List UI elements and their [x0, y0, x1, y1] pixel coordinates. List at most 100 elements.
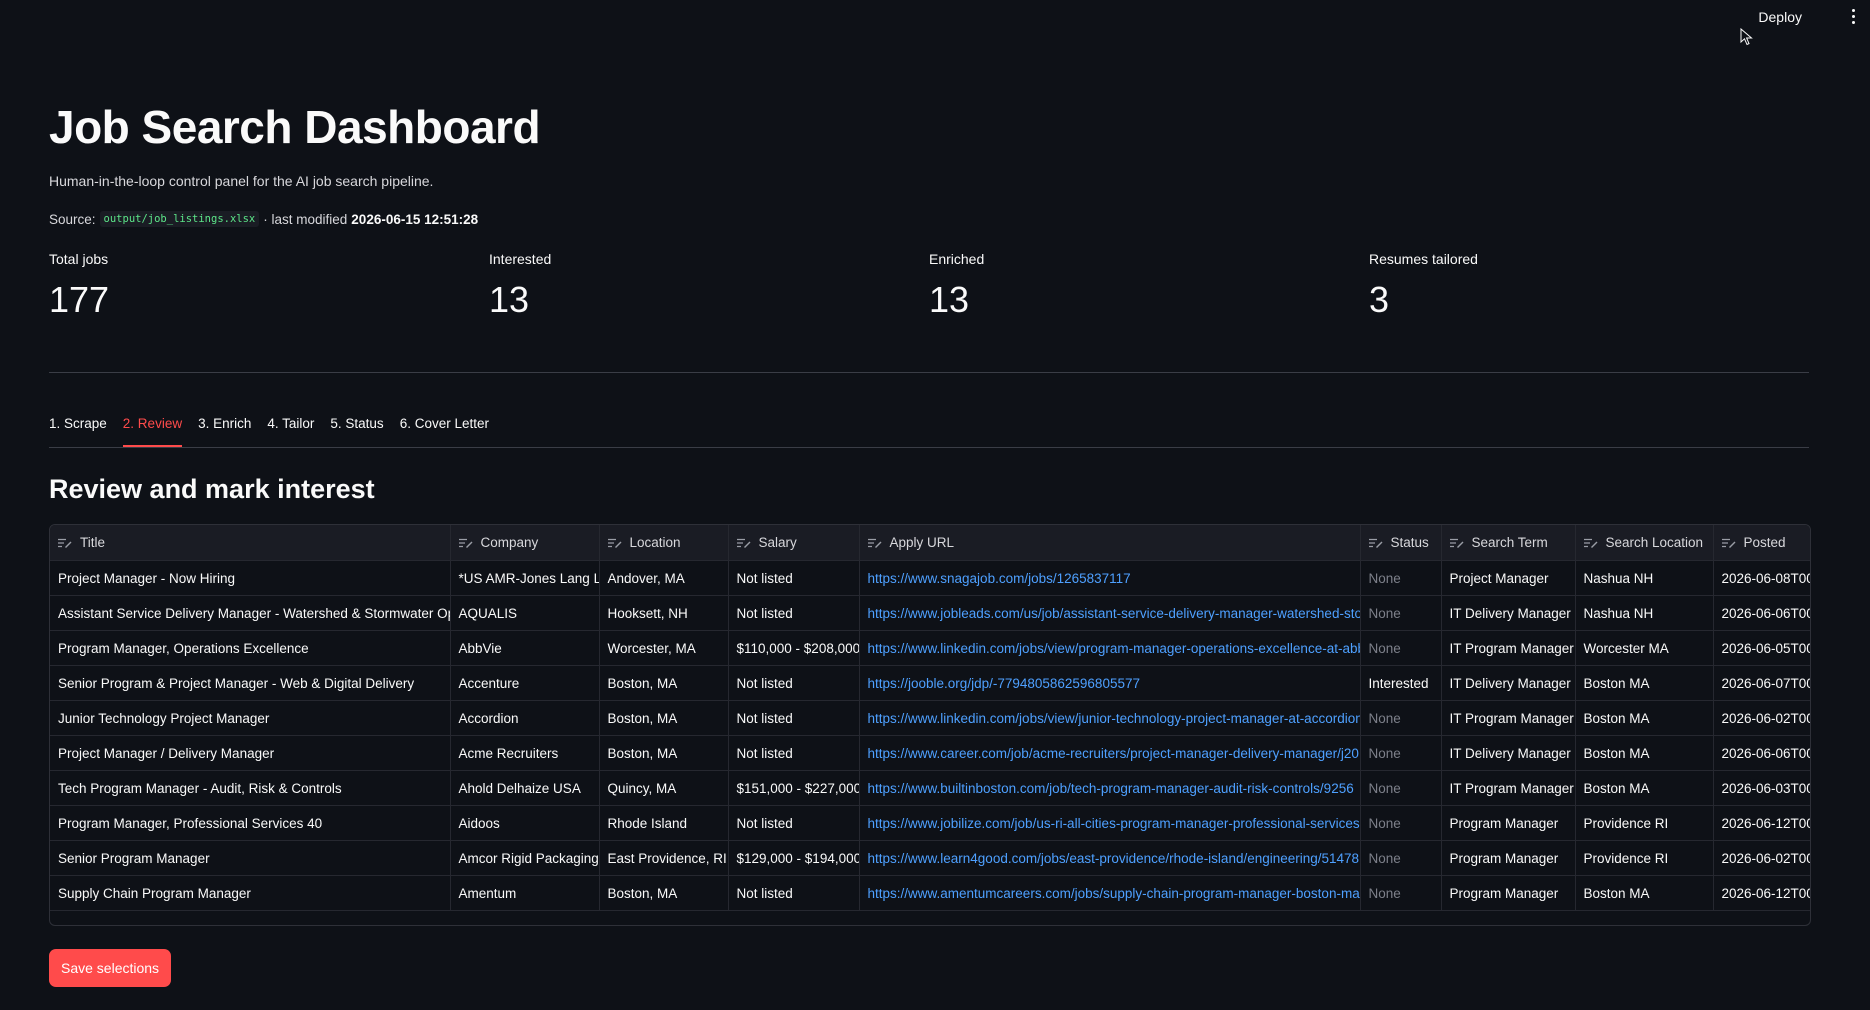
table-cell[interactable]: Providence RI: [1575, 805, 1714, 841]
more-vertical-icon[interactable]: [1846, 7, 1860, 25]
table-cell[interactable]: https://www.jobleads.com/us/job/assistan…: [859, 595, 1361, 631]
table-cell[interactable]: 2026-06-05T00:00: [1713, 630, 1810, 666]
table-cell[interactable]: $110,000 - $208,000: [728, 630, 860, 666]
table-cell[interactable]: 2026-06-12T00:00: [1713, 875, 1810, 911]
table-cell[interactable]: Assistant Service Delivery Manager - Wat…: [50, 595, 451, 631]
table-cell[interactable]: Tech Program Manager - Audit, Risk & Con…: [50, 770, 451, 806]
column-header[interactable]: Location: [599, 525, 729, 561]
save-selections-button[interactable]: Save selections: [49, 949, 172, 987]
table-cell[interactable]: IT Delivery Manager: [1441, 735, 1576, 771]
table-cell[interactable]: Accenture: [450, 665, 600, 701]
table-cell[interactable]: https://www.career.com/job/acme-recruite…: [859, 735, 1361, 771]
column-header[interactable]: Title: [50, 525, 451, 561]
table-cell[interactable]: IT Delivery Manager: [1441, 665, 1576, 701]
table-cell[interactable]: 2026-06-02T00:00: [1713, 840, 1810, 876]
column-header[interactable]: Search Location: [1575, 525, 1714, 561]
table-cell[interactable]: https://www.snagajob.com/jobs/1265837117: [859, 560, 1361, 596]
column-header[interactable]: Company: [450, 525, 600, 561]
table-cell[interactable]: IT Delivery Manager: [1441, 595, 1576, 631]
table-cell[interactable]: None: [1360, 595, 1442, 631]
table-cell[interactable]: Accordion: [450, 700, 600, 736]
table-row[interactable]: Senior Program & Project Manager - Web &…: [50, 665, 1810, 701]
table-cell[interactable]: Not listed: [728, 595, 860, 631]
table-cell[interactable]: IT Program Manager: [1441, 770, 1576, 806]
tab-enrich[interactable]: 3. Enrich: [198, 415, 258, 446]
table-row[interactable]: Assistant Service Delivery Manager - Wat…: [50, 595, 1810, 631]
table-cell[interactable]: Project Manager / Delivery Manager: [50, 735, 451, 771]
table-cell[interactable]: Project Manager: [1441, 560, 1576, 596]
table-cell[interactable]: Andover, MA: [599, 560, 729, 596]
table-cell[interactable]: $129,000 - $194,000: [728, 840, 860, 876]
column-header[interactable]: Search Term: [1441, 525, 1576, 561]
table-cell[interactable]: Boston, MA: [599, 875, 729, 911]
table-cell[interactable]: Nashua NH: [1575, 595, 1714, 631]
column-header[interactable]: Status: [1360, 525, 1442, 561]
table-cell[interactable]: Junior Technology Project Manager: [50, 700, 451, 736]
table-cell[interactable]: None: [1360, 840, 1442, 876]
table-cell[interactable]: Supply Chain Program Manager: [50, 875, 451, 911]
table-cell[interactable]: 2026-06-08T00:00: [1713, 560, 1810, 596]
table-cell[interactable]: Not listed: [728, 700, 860, 736]
table-cell[interactable]: Boston MA: [1575, 770, 1714, 806]
table-cell[interactable]: Acme Recruiters: [450, 735, 600, 771]
table-cell[interactable]: https://www.linkedin.com/jobs/view/junio…: [859, 700, 1361, 736]
table-cell[interactable]: Program Manager, Professional Services 4…: [50, 805, 451, 841]
table-cell[interactable]: Program Manager, Operations Excellence: [50, 630, 451, 666]
table-cell[interactable]: Hooksett, NH: [599, 595, 729, 631]
table-cell[interactable]: Boston MA: [1575, 665, 1714, 701]
table-cell[interactable]: 2026-06-02T00:00: [1713, 700, 1810, 736]
table-cell[interactable]: 2026-06-03T00:00: [1713, 770, 1810, 806]
table-cell[interactable]: Boston, MA: [599, 665, 729, 701]
table-cell[interactable]: https://www.linkedin.com/jobs/view/progr…: [859, 630, 1361, 666]
table-cell[interactable]: 2026-06-06T00:00: [1713, 735, 1810, 771]
table-cell[interactable]: AbbVie: [450, 630, 600, 666]
table-row[interactable]: Project Manager / Delivery Manager Acme R…: [50, 735, 1810, 771]
table-cell[interactable]: https://jooble.org/jdp/-7794805862596805…: [859, 665, 1361, 701]
table-cell[interactable]: Boston MA: [1575, 735, 1714, 771]
table-cell[interactable]: None: [1360, 735, 1442, 771]
tab-scrape[interactable]: 1. Scrape: [49, 415, 114, 446]
tab-status[interactable]: 5. Status: [330, 415, 390, 446]
table-cell[interactable]: Program Manager: [1441, 840, 1576, 876]
table-row[interactable]: Program Manager, Professional Services 4…: [50, 805, 1810, 841]
table-cell[interactable]: Worcester MA: [1575, 630, 1714, 666]
table-cell[interactable]: Ahold Delhaize USA: [450, 770, 600, 806]
table-cell[interactable]: IT Program Manager: [1441, 630, 1576, 666]
table-cell[interactable]: Amentum: [450, 875, 600, 911]
table-cell[interactable]: East Providence, RI: [599, 840, 729, 876]
table-cell[interactable]: Interested: [1360, 665, 1442, 701]
tab-cover-letter[interactable]: 6. Cover Letter: [400, 415, 496, 446]
table-row[interactable]: Supply Chain Program Manager Amentum Bosto…: [50, 875, 1810, 911]
table-cell[interactable]: None: [1360, 805, 1442, 841]
table-cell[interactable]: Program Manager: [1441, 875, 1576, 911]
table-row[interactable]: Senior Program Manager Amcor Rigid Packag…: [50, 840, 1810, 876]
table-cell[interactable]: None: [1360, 700, 1442, 736]
table-cell[interactable]: https://www.jobilize.com/job/us-ri-all-c…: [859, 805, 1361, 841]
table-cell[interactable]: https://www.amentumcareers.com/jobs/supp…: [859, 875, 1361, 911]
table-cell[interactable]: 2026-06-06T00:00: [1713, 595, 1810, 631]
table-cell[interactable]: 2026-06-07T00:00: [1713, 665, 1810, 701]
table-row[interactable]: Project Manager - Now Hiring *US AMR-Jone…: [50, 560, 1810, 596]
table-row[interactable]: Junior Technology Project Manager Accordi…: [50, 700, 1810, 736]
deploy-button[interactable]: Deploy: [1752, 6, 1808, 28]
table-cell[interactable]: Rhode Island: [599, 805, 729, 841]
table-cell[interactable]: Boston MA: [1575, 700, 1714, 736]
table-cell[interactable]: None: [1360, 560, 1442, 596]
table-cell[interactable]: None: [1360, 770, 1442, 806]
table-cell[interactable]: AQUALIS: [450, 595, 600, 631]
table-cell[interactable]: Project Manager - Now Hiring: [50, 560, 451, 596]
table-cell[interactable]: Boston MA: [1575, 875, 1714, 911]
table-cell[interactable]: Providence RI: [1575, 840, 1714, 876]
column-header[interactable]: Apply URL: [859, 525, 1361, 561]
table-cell[interactable]: Boston, MA: [599, 735, 729, 771]
table-cell[interactable]: Nashua NH: [1575, 560, 1714, 596]
table-cell[interactable]: Worcester, MA: [599, 630, 729, 666]
table-cell[interactable]: https://www.builtinboston.com/job/tech-p…: [859, 770, 1361, 806]
table-cell[interactable]: Not listed: [728, 875, 860, 911]
table-cell[interactable]: None: [1360, 630, 1442, 666]
table-cell[interactable]: Not listed: [728, 665, 860, 701]
table-cell[interactable]: https://www.learn4good.com/jobs/east-pro…: [859, 840, 1361, 876]
column-header[interactable]: Posted: [1713, 525, 1810, 561]
table-row[interactable]: Program Manager, Operations Excellence Ab…: [50, 630, 1810, 666]
jobs-table[interactable]: Title Company Location Salary Apply URL Statu…: [49, 524, 1811, 926]
